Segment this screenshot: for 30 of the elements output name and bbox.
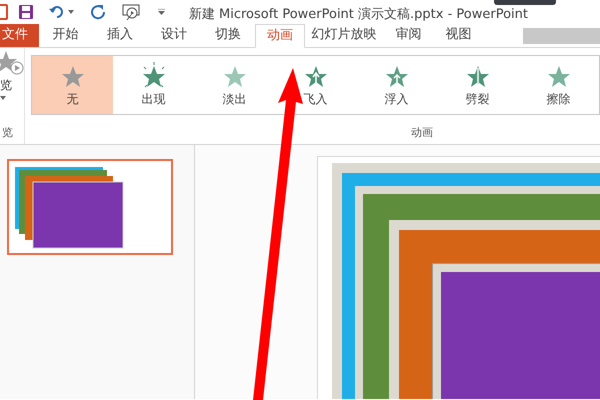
animation-option[interactable]: 浮入 — [356, 56, 437, 114]
animation-option[interactable]: 出现 — [113, 56, 194, 114]
undo-icon[interactable] — [48, 4, 66, 20]
ribbon-tab[interactable]: 幻灯片放映 — [305, 23, 382, 47]
ribbon-tab[interactable]: 开始 — [38, 23, 93, 47]
animation-option[interactable]: 无 — [32, 56, 113, 114]
preview-button[interactable]: 览 — [0, 50, 24, 100]
group-label: 动画 — [411, 124, 434, 140]
ribbon-tab[interactable]: 动画 — [254, 24, 306, 48]
ribbon-tab[interactable]: 插入 — [92, 23, 147, 47]
animation-option[interactable]: 淡出 — [194, 56, 275, 114]
animation-option[interactable]: 擦除 — [518, 56, 599, 114]
ribbon-tab[interactable]: 切换 — [200, 23, 255, 47]
animation-option[interactable]: 劈裂 — [437, 56, 518, 114]
group-label: 览 — [2, 124, 13, 140]
star-icon — [140, 62, 166, 88]
ribbon-tab[interactable]: 设计 — [146, 23, 201, 47]
slide-thumbnail[interactable] — [7, 159, 173, 255]
app-icon[interactable] — [0, 4, 8, 20]
overlay-panel — [494, 0, 556, 5]
slideshow-icon[interactable] — [122, 3, 140, 21]
save-icon[interactable] — [18, 4, 34, 20]
caret-icon — [0, 96, 6, 100]
dropdown-caret-icon[interactable] — [68, 10, 74, 14]
customize-caret-icon[interactable] — [158, 9, 165, 15]
file-tab[interactable]: 文件 — [0, 23, 39, 47]
ribbon-tab[interactable]: 视图 — [434, 23, 483, 47]
ribbon-tab[interactable]: 审阅 — [382, 23, 435, 47]
redo-icon[interactable] — [90, 4, 106, 20]
window-title: 新建 Microsoft PowerPoint 演示文稿.pptx - PowerPoint — [188, 6, 528, 24]
